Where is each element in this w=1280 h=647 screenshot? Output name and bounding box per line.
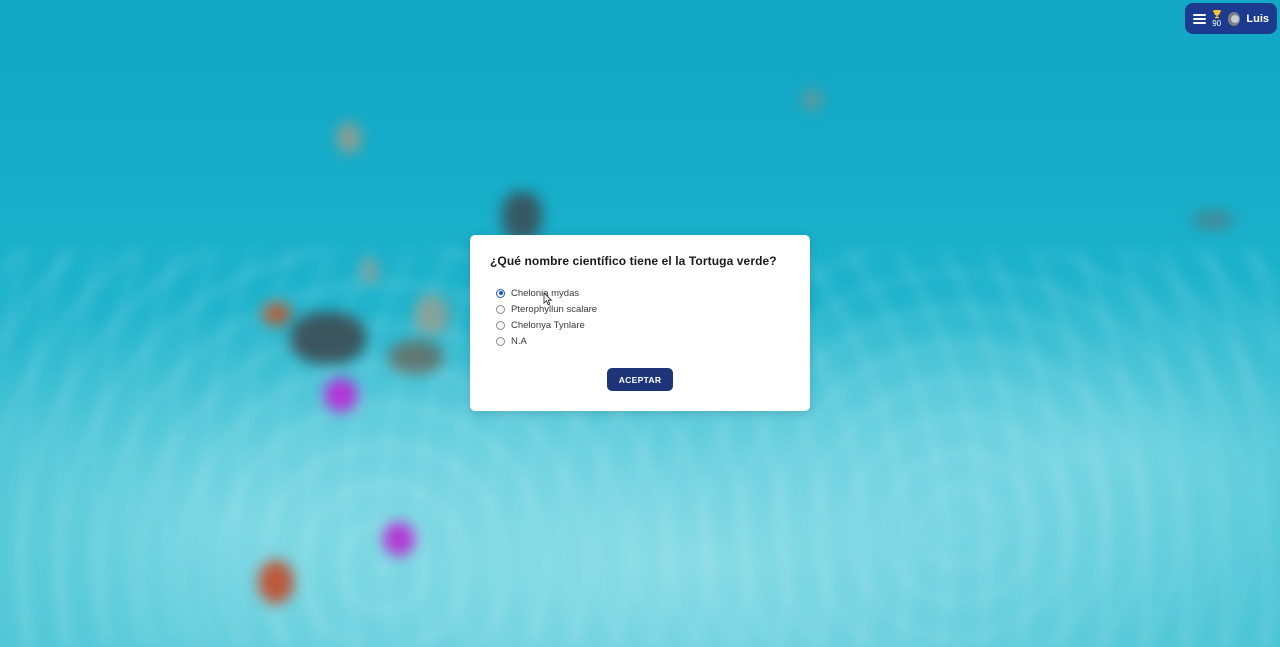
- radio-button-selected[interactable]: [496, 288, 505, 298]
- blurred-fish: [1192, 210, 1234, 230]
- answer-options: Chelonia mydas Pterophyllun scalare Chel…: [496, 285, 790, 349]
- points-value: 90: [1212, 19, 1222, 28]
- blurred-turtle: [290, 312, 366, 364]
- answer-option-4[interactable]: N.A: [496, 333, 790, 349]
- answer-option-label: N.A: [511, 335, 527, 347]
- answer-option-2[interactable]: Pterophyllun scalare: [496, 301, 790, 317]
- answer-option-3[interactable]: Chelonya Tynlare: [496, 317, 790, 333]
- answer-option-1[interactable]: Chelonia mydas: [496, 285, 790, 301]
- blurred-fish: [258, 560, 294, 604]
- blurred-jellyfish: [383, 522, 415, 556]
- mouse-cursor-icon: [543, 292, 553, 306]
- radio-button[interactable]: [496, 320, 505, 330]
- user-bar: 90 Luis: [1185, 3, 1277, 34]
- blurred-jellyfish: [324, 378, 358, 412]
- blurred-fish: [502, 192, 542, 240]
- points-display: 90: [1212, 9, 1222, 28]
- accept-button[interactable]: ACEPTAR: [607, 368, 673, 391]
- radio-button[interactable]: [496, 304, 505, 314]
- avatar[interactable]: [1227, 11, 1241, 26]
- blurred-fish: [262, 302, 292, 326]
- quiz-dialog: ¿Qué nombre científico tiene el la Tortu…: [470, 235, 810, 411]
- blurred-fish: [360, 258, 380, 284]
- blurred-fish: [388, 340, 444, 374]
- answer-option-label: Chelonya Tynlare: [511, 319, 585, 331]
- blurred-fish: [802, 88, 822, 112]
- menu-icon[interactable]: [1193, 12, 1206, 26]
- username[interactable]: Luis: [1246, 13, 1269, 25]
- blurred-fish: [336, 122, 362, 154]
- question-text: ¿Qué nombre científico tiene el la Tortu…: [490, 254, 777, 268]
- blurred-fish: [414, 294, 450, 336]
- answer-option-label: Pterophyllun scalare: [511, 303, 598, 315]
- trophy-icon: [1212, 10, 1221, 19]
- radio-button[interactable]: [496, 336, 505, 346]
